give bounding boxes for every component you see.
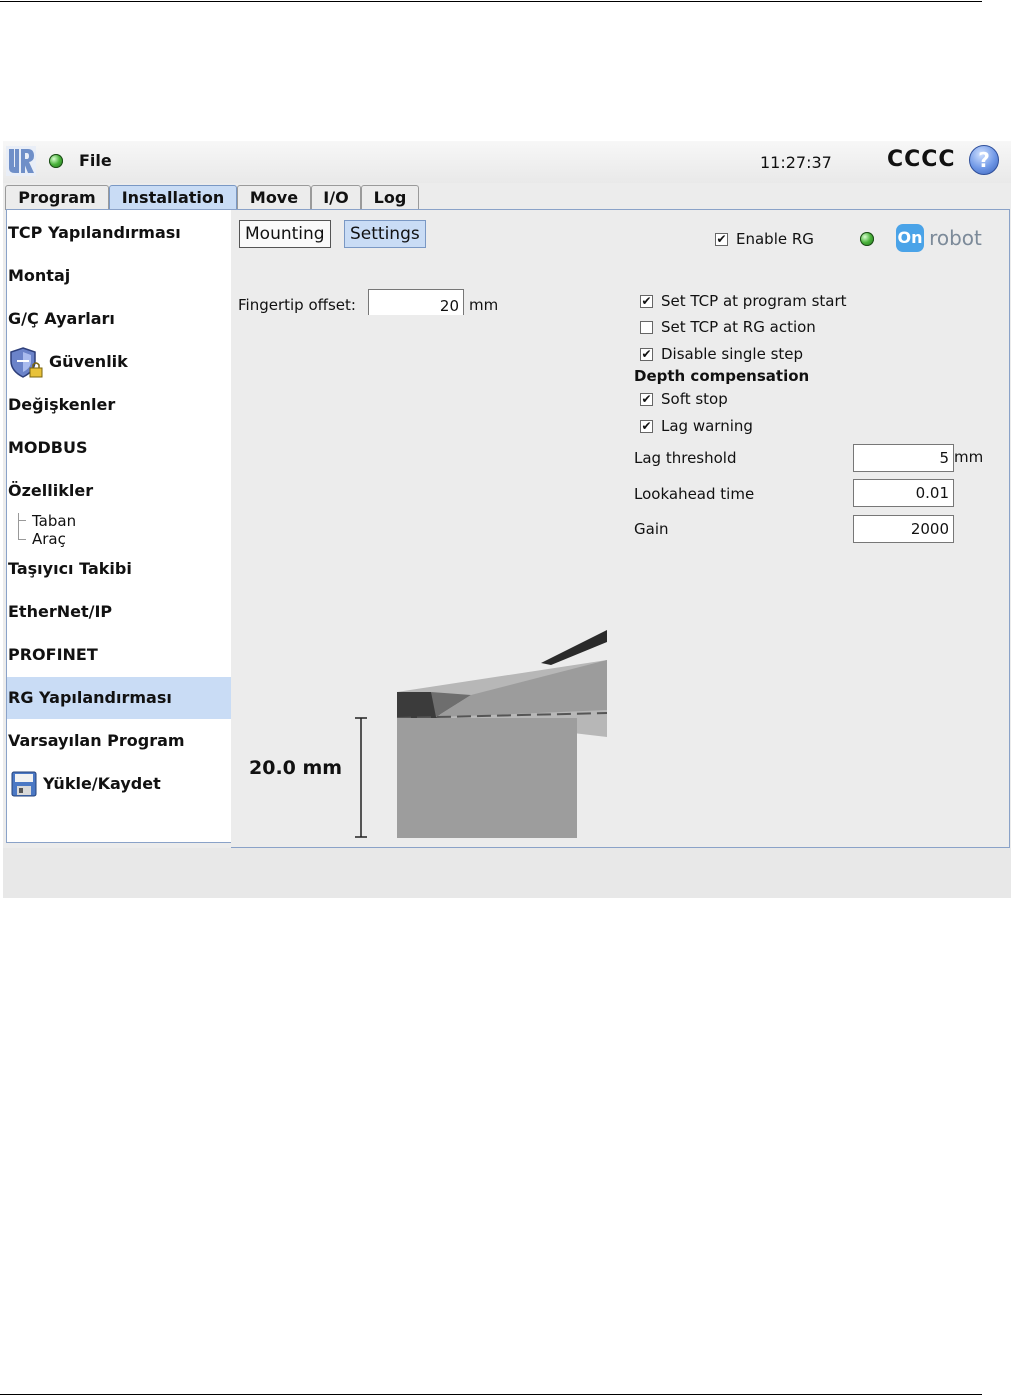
tab-move[interactable]: Move	[237, 185, 311, 210]
set-tcp-rg-action-label: Set TCP at RG action	[661, 318, 816, 336]
sidebar-item-label: Varsayılan Program	[8, 731, 185, 750]
sidebar-item-default-program[interactable]: Varsayılan Program	[7, 720, 231, 762]
mounting-button[interactable]: Mounting	[239, 220, 331, 248]
lag-threshold-input[interactable]: 5	[853, 444, 954, 472]
page-footer-rule	[0, 1394, 982, 1395]
lag-threshold-unit: mm	[954, 448, 984, 466]
installation-sidebar: TCP Yapılandırması Montaj G/Ç Ayarları G…	[6, 209, 232, 843]
fingertip-offset-label: Fingertip offset:	[238, 296, 356, 314]
soft-stop-checkbox[interactable]: ✔	[640, 393, 653, 406]
sidebar-item-io-setup[interactable]: G/Ç Ayarları	[7, 298, 231, 340]
sidebar-item-safety[interactable]: Güvenlik	[7, 341, 231, 383]
disable-single-step-checkbox[interactable]: ✔	[640, 348, 653, 361]
ur-logo-icon	[6, 146, 36, 176]
sidebar-item-features[interactable]: Özellikler	[7, 470, 231, 512]
robot-status-icon	[49, 154, 63, 168]
sidebar-item-conveyor[interactable]: Taşıyıcı Takibi	[7, 548, 231, 590]
soft-stop-label: Soft stop	[661, 390, 728, 408]
lag-threshold-label: Lag threshold	[634, 449, 737, 467]
set-tcp-program-start-label: Set TCP at program start	[661, 292, 847, 310]
sidebar-item-label: PROFINET	[8, 645, 98, 664]
gain-label: Gain	[634, 520, 669, 538]
fingertip-dimension-label: 20.0 mm	[249, 757, 343, 779]
sidebar-item-label: MODBUS	[8, 438, 88, 457]
sidebar-item-load-save[interactable]: Yükle/Kaydet	[7, 763, 231, 805]
lag-warning-label: Lag warning	[661, 417, 753, 435]
feature-item-tool[interactable]: Araç	[32, 530, 66, 548]
tab-log[interactable]: Log	[361, 185, 419, 210]
sidebar-item-label: Özellikler	[8, 481, 94, 500]
main-tabs: Program Installation Move I/O Log	[3, 183, 1011, 211]
floppy-disk-icon	[11, 771, 37, 797]
feature-tree-line	[18, 513, 19, 540]
sidebar-item-label: G/Ç Ayarları	[8, 309, 115, 328]
lookahead-time-label: Lookahead time	[634, 485, 755, 503]
sidebar-item-modbus[interactable]: MODBUS	[7, 427, 231, 469]
tab-installation[interactable]: Installation	[109, 185, 237, 211]
robot-name: CCCC	[887, 147, 956, 172]
sidebar-item-label: Değişkenler	[8, 395, 116, 414]
sidebar-item-label: TCP Yapılandırması	[8, 223, 181, 242]
lookahead-time-input[interactable]: 0.01	[853, 479, 954, 507]
clock-display: 11:27:37	[760, 153, 832, 172]
tab-program[interactable]: Program	[5, 185, 109, 210]
feature-item-base[interactable]: Taban	[32, 512, 76, 530]
tree-branch	[18, 539, 26, 540]
lag-warning-checkbox[interactable]: ✔	[640, 420, 653, 433]
sidebar-item-tcp[interactable]: TCP Yapılandırması	[7, 212, 231, 254]
bottom-status-bar	[3, 848, 1011, 898]
set-tcp-program-start-checkbox[interactable]: ✔	[640, 295, 653, 308]
onrobot-logo-mark: On	[896, 224, 924, 252]
sidebar-item-variables[interactable]: Değişkenler	[7, 384, 231, 426]
fingertip-offset-unit: mm	[469, 296, 499, 314]
fingertip-preview: 20.0 mm	[231, 315, 608, 845]
sidebar-item-label: Yükle/Kaydet	[43, 774, 161, 793]
shield-lock-icon	[10, 347, 43, 378]
disable-single-step-label: Disable single step	[661, 345, 804, 363]
gain-input[interactable]: 2000	[853, 515, 954, 543]
sidebar-item-rg-configuration[interactable]: RG Yapılandırması	[7, 677, 231, 719]
sidebar-item-profinet[interactable]: PROFINET	[7, 634, 231, 676]
rg-configuration-panel: Mounting Settings ✔ Enable RG On robot F…	[231, 209, 1010, 848]
tab-io[interactable]: I/O	[311, 185, 361, 210]
depth-compensation-heading: Depth compensation	[634, 367, 810, 385]
sidebar-item-label: Montaj	[8, 266, 71, 285]
enable-rg-label: Enable RG	[736, 230, 814, 248]
sidebar-item-label: Güvenlik	[49, 352, 128, 371]
ur-polyscope-window: File 11:27:37 CCCC ? Program Installatio…	[3, 141, 1011, 898]
set-tcp-rg-action-checkbox[interactable]	[640, 321, 653, 334]
sidebar-item-label: RG Yapılandırması	[8, 688, 172, 707]
sidebar-item-label: EtherNet/IP	[8, 602, 113, 621]
sidebar-item-label: Taşıyıcı Takibi	[8, 559, 132, 578]
enable-rg-checkbox[interactable]: ✔	[715, 233, 728, 246]
onrobot-logo-text: robot	[929, 226, 982, 250]
top-bar: File 11:27:37 CCCC ?	[3, 141, 1011, 183]
sidebar-item-mounting[interactable]: Montaj	[7, 255, 231, 297]
file-menu[interactable]: File	[79, 151, 112, 170]
settings-button[interactable]: Settings	[344, 220, 426, 248]
sidebar-item-ethernet-ip[interactable]: EtherNet/IP	[7, 591, 231, 633]
tree-branch	[18, 520, 26, 521]
rg-status-icon	[860, 232, 874, 246]
page-header-rule	[0, 1, 982, 2]
help-icon[interactable]: ?	[969, 145, 999, 175]
onrobot-logo: On robot	[896, 224, 982, 252]
